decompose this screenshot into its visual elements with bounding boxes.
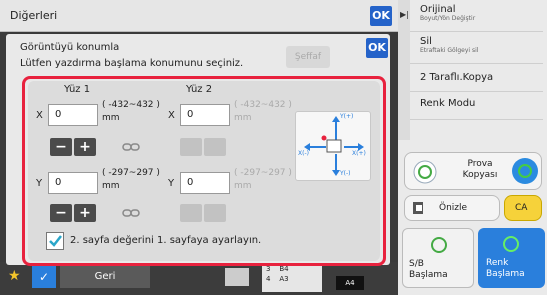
start-copy-icon <box>512 158 538 184</box>
menu-item-label: Renk Modu <box>420 98 476 109</box>
tray-num: 4 <box>266 275 271 283</box>
page-title: Diğerleri <box>10 9 58 22</box>
side1-x-unit: mm <box>102 113 120 123</box>
side2-y-input[interactable]: 0 <box>180 172 230 194</box>
link-icon[interactable] <box>122 142 140 152</box>
side1-y-label: Y <box>36 178 43 189</box>
direction-arrows-icon <box>304 116 364 176</box>
clear-all-button[interactable]: CA <box>504 195 542 221</box>
menu-item-color-mode[interactable]: Renk Modu <box>410 92 543 120</box>
y-plus-label: Y(+) <box>340 113 354 120</box>
back-button[interactable]: Geri <box>60 266 150 288</box>
x-plus-label: X(+) <box>352 150 366 157</box>
side1-y-unit: mm <box>102 181 120 191</box>
tray-row: 4 A3 <box>262 274 322 284</box>
checkmark-icon <box>49 235 62 247</box>
preview-icon <box>413 202 423 214</box>
side2-y-unit: mm <box>234 181 252 191</box>
side1-x-input[interactable]: 0 <box>48 104 98 126</box>
dialog-subtitle: Lütfen yazdırma başlama konumunu seçiniz… <box>20 58 244 69</box>
copier-screen: Diğerleri OK ▶| Orijinal Boyut/Yön Değiş… <box>0 0 547 295</box>
paper-size-badge: A4 <box>336 276 364 290</box>
shift-direction-diagram: Y(+) Y(-) X(-) X(+) <box>295 111 371 181</box>
ca-label: CA <box>515 203 528 213</box>
preview-button[interactable]: Önizle <box>404 195 500 221</box>
menu-item-sub: Etraftaki Gölgeyi sil <box>420 47 479 54</box>
menu-item-label: Orijinal <box>420 4 456 15</box>
side2-y-label: Y <box>168 178 175 189</box>
side2-x-label: X <box>168 110 175 121</box>
side2-header: Yüz 2 <box>186 84 213 95</box>
proof-copy-button[interactable]: Prova Kopyası <box>404 152 542 190</box>
preview-label: Önizle <box>439 203 468 213</box>
proof-copy-label: Prova Kopyası <box>462 159 498 180</box>
side2-x-unit: mm <box>234 113 252 123</box>
tray-list: 3 B4 4 A3 <box>262 264 322 292</box>
color-start-button[interactable]: Renk Başlama <box>478 228 545 288</box>
side2-x-input[interactable]: 0 <box>180 104 230 126</box>
color-start-label: Renk Başlama <box>486 258 525 279</box>
dialog-ok-button[interactable]: OK <box>366 38 388 58</box>
right-panel: ▶| Orijinal Boyut/Yön Değiştir Sil Etraf… <box>398 0 547 295</box>
star-icon[interactable]: ★ <box>8 268 21 284</box>
same-value-checkbox[interactable] <box>46 232 64 250</box>
menu-item-sub: Boyut/Yön Değiştir <box>420 15 476 22</box>
side1-y-range: ( -297~297 ) <box>102 168 160 178</box>
tray-num: 3 <box>266 265 271 273</box>
chevron-right-icon: ▶| <box>400 10 409 19</box>
side2-x-minus-button[interactable] <box>180 138 202 156</box>
checkbox-label: 2. sayfa değerini 1. sayfaya ayarlayın. <box>70 235 262 246</box>
menu-item-erase[interactable]: Sil Etraftaki Gölgeyi sil <box>410 32 543 64</box>
side1-x-minus-button[interactable]: − <box>50 138 72 156</box>
bw-start-icon <box>431 237 447 253</box>
checkmark-icon[interactable]: ✓ <box>32 266 56 288</box>
x-minus-label: X(-) <box>298 150 309 157</box>
side2-x-range: ( -432~432 ) <box>234 100 292 110</box>
tray-icon <box>225 268 249 286</box>
y-minus-label: Y(-) <box>340 170 351 177</box>
side1-header: Yüz 1 <box>64 84 91 95</box>
proof-icon <box>413 160 437 184</box>
panel-toggle[interactable]: ▶| <box>398 0 410 140</box>
clear-button[interactable]: Şeffaf <box>286 46 330 68</box>
side2-y-minus-button[interactable] <box>180 204 202 222</box>
tray-size: B4 <box>279 265 289 273</box>
side1-x-range: ( -432~432 ) <box>102 100 160 110</box>
color-start-icon <box>503 236 519 252</box>
header-ok-button[interactable]: OK <box>370 6 392 26</box>
side1-y-plus-button[interactable]: + <box>74 204 96 222</box>
bottom-bar: ★ ✓ Geri 3 B4 4 A3 A4 <box>0 262 398 295</box>
menu-item-original[interactable]: Orijinal Boyut/Yön Değiştir <box>410 0 543 32</box>
side1-y-minus-button[interactable]: − <box>50 204 72 222</box>
menu-item-duplex[interactable]: 2 Taraflı.Kopya <box>410 64 543 92</box>
bw-start-button[interactable]: S/B Başlama <box>402 228 474 288</box>
link-icon[interactable] <box>122 208 140 218</box>
side1-x-label: X <box>36 110 43 121</box>
tray-size: A3 <box>279 275 289 283</box>
side2-x-plus-button[interactable] <box>204 138 226 156</box>
side2-y-plus-button[interactable] <box>204 204 226 222</box>
side1-x-plus-button[interactable]: + <box>74 138 96 156</box>
dialog-title: Görüntüyü konumla <box>20 42 120 53</box>
bw-start-label: S/B Başlama <box>409 259 448 280</box>
side1-y-input[interactable]: 0 <box>48 172 98 194</box>
menu-item-label: Sil <box>420 36 432 47</box>
header-bar: Diğerleri OK <box>0 0 398 32</box>
side2-y-range: ( -297~297 ) <box>234 168 292 178</box>
menu-item-label: 2 Taraflı.Kopya <box>420 72 494 83</box>
